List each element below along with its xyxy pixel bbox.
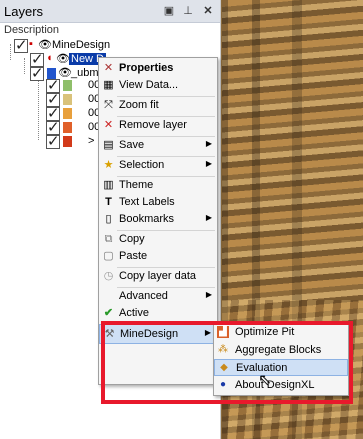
expand-dot-icon: ▪ <box>29 38 33 50</box>
theme-icon: ▥ <box>103 179 114 191</box>
panel-titlebar: Layers ▣ ⊥ ✕ <box>0 0 220 23</box>
menu-item-paste[interactable]: ▢ Paste <box>99 247 217 267</box>
layer-swatch <box>63 122 72 133</box>
submenu-arrow-icon: ▶ <box>205 139 212 148</box>
save-icon: ▤ <box>103 139 114 151</box>
pin-icon[interactable]: ▣ <box>162 4 176 18</box>
text-icon: T <box>105 196 112 208</box>
menu-item-save[interactable]: ▤ Save ▶ <box>99 136 217 156</box>
submenu-label: Optimize Pit <box>235 326 295 338</box>
menu-label: Copy <box>119 233 145 245</box>
bookmark-icon: ▯ <box>105 213 112 225</box>
submenu-label: About DesignXL <box>235 379 315 391</box>
info-icon: ● <box>219 379 227 390</box>
copy-icon: ⧉ <box>104 233 113 245</box>
menu-item-selection[interactable]: ★ Selection ▶ <box>99 156 217 176</box>
panel-title: Layers <box>4 4 44 19</box>
copy-data-icon: ◷ <box>103 270 114 282</box>
menu-label: MineDesign <box>120 328 179 340</box>
layer-checkbox[interactable] <box>14 36 28 54</box>
column-header-description: Description <box>4 24 60 36</box>
layer-swatch <box>63 136 72 147</box>
menu-item-copy-layer-data[interactable]: ◷ Copy layer data <box>99 267 217 287</box>
menu-item-zoom-fit[interactable]: ⤧ Zoom fit <box>99 96 217 116</box>
autohide-icon[interactable]: ⊥ <box>181 4 195 18</box>
evaluation-icon: ◆ <box>220 362 228 373</box>
checkmark-icon: ✔ <box>103 307 114 319</box>
tree-label-root: MineDesign <box>52 39 111 51</box>
aggregate-icon: ⁂ <box>218 344 228 355</box>
submenu-arrow-icon: ▶ <box>205 213 212 222</box>
properties-icon: ✕ <box>103 62 114 74</box>
layer-swatch <box>63 94 72 105</box>
menu-label: Copy layer data <box>119 270 197 282</box>
optimize-pit-icon: ▟ <box>217 326 229 338</box>
paste-icon: ▢ <box>103 250 114 262</box>
menu-label: Text Labels <box>119 196 175 208</box>
menu-label: Save <box>119 139 145 151</box>
layer-checkbox[interactable] <box>46 132 60 150</box>
menu-item-bookmarks[interactable]: ▯ Bookmarks ▶ <box>99 210 217 230</box>
menu-item-active[interactable]: ✔ Active <box>99 304 217 324</box>
menu-item-minedesign[interactable]: ⚒ MineDesign ▶ <box>99 324 217 344</box>
tree-label-item: > <box>88 135 95 147</box>
zoom-fit-icon: ⤧ <box>104 99 113 111</box>
close-icon[interactable]: ✕ <box>201 4 215 18</box>
minedesign-submenu: ▟ Optimize Pit ⁂ Aggregate Blocks ◆ Eval… <box>213 322 349 396</box>
submenu-item-evaluation[interactable]: ◆ Evaluation <box>214 359 348 376</box>
layer-swatch <box>63 80 72 91</box>
visibility-eye-icon[interactable]: 👁 <box>56 52 70 65</box>
layer-type-icon: ◖ <box>46 52 53 64</box>
menu-label: Zoom fit <box>119 99 159 111</box>
minedesign-icon: ⚒ <box>104 328 115 340</box>
mouse-cursor-icon: ⇖ <box>258 372 272 389</box>
submenu-arrow-icon: ▶ <box>204 328 211 337</box>
menu-label: Paste <box>119 250 148 262</box>
menu-label: View Data... <box>119 79 179 91</box>
submenu-arrow-icon: ▶ <box>205 290 212 299</box>
submenu-item-aggregate-blocks[interactable]: ⁂ Aggregate Blocks <box>214 342 348 359</box>
menu-label: Remove layer <box>119 119 187 131</box>
submenu-item-about[interactable]: ● About DesignXL <box>214 377 348 394</box>
submenu-arrow-icon: ▶ <box>205 159 212 168</box>
remove-icon: ✕ <box>103 119 114 131</box>
menu-label: Advanced <box>119 290 168 302</box>
layer-swatch <box>63 108 72 119</box>
menu-label: Theme <box>119 179 154 191</box>
menu-item-remove-layer[interactable]: ✕ Remove layer <box>99 116 217 136</box>
menu-label: Bookmarks <box>119 213 175 225</box>
menu-label: Active <box>119 307 149 319</box>
submenu-item-optimize-pit[interactable]: ▟ Optimize Pit <box>214 324 348 341</box>
layer-context-menu: ✕ Properties ▦ View Data... ⤧ Zoom fit ✕… <box>98 57 218 385</box>
menu-label: Properties <box>119 62 174 74</box>
menu-label: Selection <box>119 159 165 171</box>
submenu-label: Aggregate Blocks <box>235 344 322 356</box>
table-icon: ▦ <box>103 79 114 91</box>
star-icon: ★ <box>103 159 114 171</box>
menu-item-view-data[interactable]: ▦ View Data... <box>99 76 217 96</box>
